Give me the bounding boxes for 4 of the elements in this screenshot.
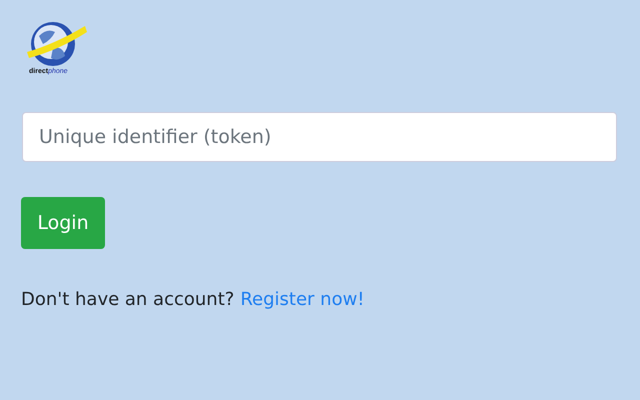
login-button[interactable]: Login (21, 197, 105, 249)
token-field[interactable]: Unique identifier (token) (22, 112, 617, 162)
register-prompt: Don't have an account? (21, 289, 234, 310)
register-link[interactable]: Register now! (240, 289, 365, 310)
